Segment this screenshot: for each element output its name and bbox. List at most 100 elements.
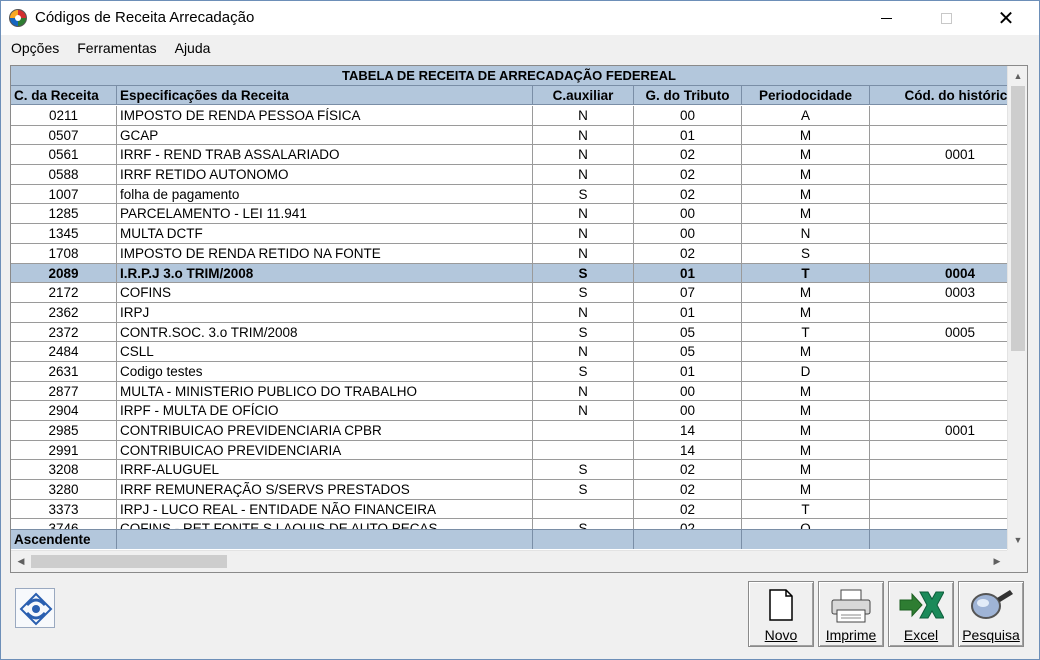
cell-especificacao: IRRF RETIDO AUTONOMO bbox=[117, 165, 533, 184]
horizontal-scroll-thumb[interactable] bbox=[31, 555, 227, 568]
menu-opcoes[interactable]: Opções bbox=[11, 40, 59, 56]
cell-grupo-tributo: 00 bbox=[634, 224, 742, 243]
pesquisa-button[interactable]: Pesquisa bbox=[958, 581, 1024, 647]
minimize-button[interactable] bbox=[863, 1, 909, 35]
horizontal-scrollbar[interactable]: ◀ ▶ bbox=[11, 550, 1007, 572]
table-row[interactable]: 2372 CONTR.SOC. 3.o TRIM/2008 S 05 T 0005 bbox=[11, 322, 1007, 343]
table-row-selected[interactable]: 2089 I.R.P.J 3.o TRIM/2008 S 01 T 0004 bbox=[11, 263, 1007, 284]
table-row[interactable]: 2991 CONTRIBUICAO PREVIDENCIARIA 14 M bbox=[11, 440, 1007, 461]
table-row[interactable]: 2877 MULTA - MINISTERIO PUBLICO DO TRABAL… bbox=[11, 381, 1007, 402]
cell-cauxiliar: S bbox=[533, 519, 634, 529]
cell-grupo-tributo: 01 bbox=[634, 263, 742, 283]
table-row[interactable]: 3208 IRRF-ALUGUEL S 02 M bbox=[11, 460, 1007, 481]
cell-grupo-tributo: 05 bbox=[634, 322, 742, 342]
maximize-button bbox=[923, 1, 969, 35]
table-row[interactable]: 2631 Codigo testes S 01 D bbox=[11, 361, 1007, 382]
cell-cauxiliar: N bbox=[533, 401, 634, 420]
table-row[interactable]: 1345 MULTA DCTF N 00 N bbox=[11, 224, 1007, 244]
scroll-up-icon[interactable]: ▲ bbox=[1008, 66, 1027, 86]
cell-grupo-tributo: 00 bbox=[634, 204, 742, 224]
company-logo-icon bbox=[15, 588, 55, 628]
grid-viewport: TABELA DE RECEITA DE ARRECADAÇÃO FEDEREA… bbox=[11, 66, 1007, 550]
cell-periodocidade: Q bbox=[742, 519, 870, 529]
table-row[interactable]: 2484 CSLL N 05 M bbox=[11, 342, 1007, 362]
table-row[interactable]: 0211 IMPOSTO DE RENDA PESSOA FÍSICA N 00 A bbox=[11, 106, 1007, 126]
title-bar: Códigos de Receita Arrecadação ✕ bbox=[1, 1, 1039, 35]
cell-periodocidade: M bbox=[742, 302, 870, 322]
cell-cod-historico: 0001 bbox=[870, 145, 1007, 164]
column-header-periodocidade[interactable]: Periodocidade bbox=[742, 86, 870, 104]
cell-periodocidade: M bbox=[742, 342, 870, 361]
scroll-left-icon[interactable]: ◀ bbox=[11, 551, 31, 572]
pesquisa-label: Pesquisa bbox=[962, 627, 1020, 643]
cell-codigo: 1007 bbox=[11, 184, 117, 204]
cell-especificacao: MULTA DCTF bbox=[117, 224, 533, 243]
cell-cod-historico bbox=[870, 500, 1007, 519]
cell-codigo: 2631 bbox=[11, 361, 117, 381]
new-document-icon bbox=[769, 589, 793, 621]
menu-ajuda[interactable]: Ajuda bbox=[175, 40, 211, 56]
cell-especificacao: GCAP bbox=[117, 125, 533, 145]
table-row[interactable]: 1007 folha de pagamento S 02 M bbox=[11, 184, 1007, 205]
cell-codigo: 1345 bbox=[11, 224, 117, 243]
cell-periodocidade: M bbox=[742, 204, 870, 224]
table-row[interactable]: 2362 IRPJ N 01 M bbox=[11, 302, 1007, 323]
cell-cauxiliar: N bbox=[533, 106, 634, 125]
table-row[interactable]: 1285 PARCELAMENTO - LEI 11.941 N 00 M bbox=[11, 204, 1007, 225]
menu-ferramentas[interactable]: Ferramentas bbox=[77, 40, 156, 56]
cell-cod-historico bbox=[870, 204, 1007, 223]
cell-cod-historico: 0004 bbox=[870, 264, 1007, 283]
column-header-cauxiliar[interactable]: C.auxiliar bbox=[533, 86, 634, 104]
excel-button[interactable]: Excel bbox=[888, 581, 954, 647]
minimize-icon bbox=[880, 17, 892, 19]
novo-button[interactable]: Novo bbox=[748, 581, 814, 647]
cell-cauxiliar: N bbox=[533, 204, 634, 224]
close-button[interactable]: ✕ bbox=[983, 1, 1029, 35]
imprime-label: Imprime bbox=[825, 627, 877, 643]
cell-cauxiliar: S bbox=[533, 322, 634, 342]
scroll-down-icon[interactable]: ▼ bbox=[1008, 530, 1027, 550]
imprime-button[interactable]: Imprime bbox=[818, 581, 884, 647]
cell-codigo: 2362 bbox=[11, 302, 117, 322]
vertical-scroll-thumb[interactable] bbox=[1011, 86, 1025, 351]
table-row[interactable]: 0588 IRRF RETIDO AUTONOMO N 02 M bbox=[11, 165, 1007, 185]
cell-periodocidade: M bbox=[742, 184, 870, 204]
table-row[interactable]: 0507 GCAP N 01 M bbox=[11, 125, 1007, 146]
cell-cauxiliar: S bbox=[533, 283, 634, 302]
table-row[interactable]: 3373 IRPJ - LUCO REAL - ENTIDADE NÃO FINA… bbox=[11, 499, 1007, 520]
table-row[interactable]: 1708 IMPOSTO DE RENDA RETIDO NA FONTE N 02 S bbox=[11, 243, 1007, 264]
cell-periodocidade: T bbox=[742, 263, 870, 283]
cell-cod-historico bbox=[870, 460, 1007, 479]
cell-cauxiliar: N bbox=[533, 342, 634, 361]
table-row[interactable]: 2985 CONTRIBUICAO PREVIDENCIARIA CPBR 14 M 0… bbox=[11, 421, 1007, 441]
column-header-grupo-tributo[interactable]: G. do Tributo bbox=[634, 86, 742, 104]
cell-codigo: 0507 bbox=[11, 125, 117, 145]
cell-periodocidade: N bbox=[742, 224, 870, 243]
footer-row: Ascendente bbox=[11, 529, 1007, 549]
cell-cod-historico bbox=[870, 244, 1007, 263]
cell-periodocidade: S bbox=[742, 243, 870, 263]
cell-especificacao: CONTR.SOC. 3.o TRIM/2008 bbox=[117, 322, 533, 342]
cell-codigo: 0588 bbox=[11, 165, 117, 184]
table-row[interactable]: 2904 IRPF - MULTA DE OFÍCIO N 00 M bbox=[11, 401, 1007, 421]
scroll-right-icon[interactable]: ▶ bbox=[987, 551, 1007, 572]
cell-cauxiliar: N bbox=[533, 381, 634, 401]
cell-codigo: 2985 bbox=[11, 421, 117, 440]
column-header-codigo[interactable]: C. da Receita bbox=[11, 86, 117, 104]
cell-cauxiliar bbox=[533, 499, 634, 519]
cell-cod-historico bbox=[870, 382, 1007, 401]
cell-grupo-tributo: 02 bbox=[634, 184, 742, 204]
vertical-scrollbar[interactable]: ▲ ▼ bbox=[1007, 66, 1027, 550]
table-row[interactable]: 0561 IRRF - REND TRAB ASSALARIADO N 02 M 0001 bbox=[11, 145, 1007, 166]
footer-cell bbox=[870, 530, 1007, 549]
table-row[interactable]: 3280 IRRF REMUNERAÇÃO S/SERVS PRESTADOS S 0… bbox=[11, 480, 1007, 500]
cell-codigo: 2372 bbox=[11, 322, 117, 342]
cell-cod-historico bbox=[870, 126, 1007, 145]
table-row[interactable]: 3746 COFINS - RET FONTE S LAQUIS DE AUTO … bbox=[11, 519, 1007, 529]
column-header-cod-historico[interactable]: Cód. do histórico bbox=[870, 86, 1008, 104]
table-row[interactable]: 2172 COFINS S 07 M 0003 bbox=[11, 283, 1007, 303]
cell-grupo-tributo: 00 bbox=[634, 401, 742, 420]
receita-grid[interactable]: TABELA DE RECEITA DE ARRECADAÇÃO FEDEREA… bbox=[10, 65, 1028, 573]
column-header-especificacoes[interactable]: Especificações da Receita bbox=[117, 86, 533, 104]
cell-especificacao: CSLL bbox=[117, 342, 533, 361]
